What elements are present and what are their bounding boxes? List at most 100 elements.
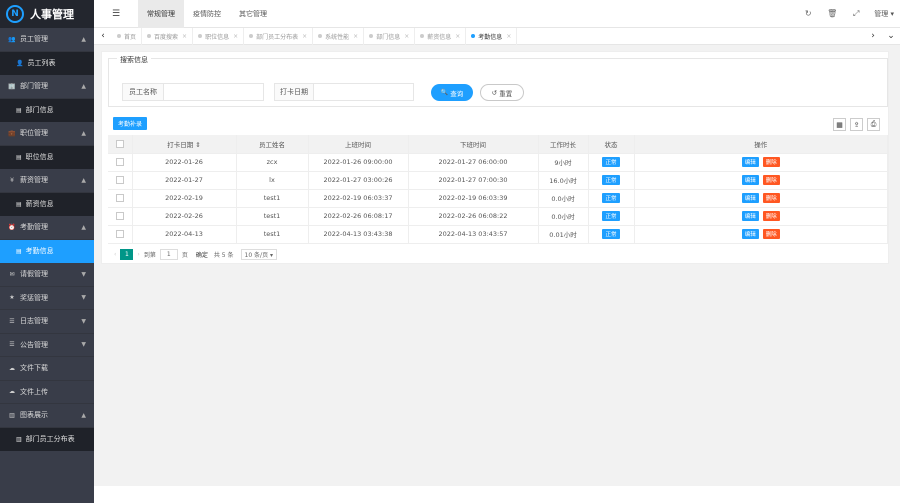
row-select-cell[interactable] — [108, 189, 133, 208]
page-tab-7[interactable]: 考勤信息 × — [466, 27, 518, 45]
close-icon[interactable]: × — [302, 33, 307, 40]
sidebar-group-12[interactable]: ☰ 日志管理 ▼ — [0, 310, 94, 334]
edit-button[interactable]: 编辑 — [741, 175, 759, 185]
edit-button[interactable]: 编辑 — [741, 229, 759, 239]
sidebar-item-5[interactable]: ▤ 职位信息 — [0, 145, 94, 169]
status-badge: 正常 — [602, 229, 620, 239]
close-icon[interactable]: × — [455, 33, 460, 40]
select-all-header[interactable] — [108, 135, 133, 154]
tab-dot-icon — [249, 34, 254, 38]
sidebar-group-15[interactable]: ☁ 文件上传 — [0, 380, 94, 404]
tabs-scroll-right-icon[interactable]: › — [864, 31, 882, 41]
sidebar-group-2[interactable]: 🏢 部门管理 ▲ — [0, 75, 94, 99]
fullscreen-icon[interactable]: ⤢ — [844, 9, 868, 19]
print-icon[interactable]: ⎙ — [867, 118, 880, 131]
top-tab-general[interactable]: 常规管理 — [138, 0, 184, 28]
top-tab-epidemic[interactable]: 疫情防控 — [184, 0, 230, 28]
delete-button[interactable]: 删除 — [762, 157, 780, 167]
sidebar-item-9[interactable]: ▤ 考勤信息 — [0, 239, 94, 263]
goto-confirm-button[interactable]: 确定 — [196, 250, 208, 259]
page-tab-6[interactable]: 薪资信息 × — [415, 27, 467, 45]
attendance-supplement-button[interactable]: 考勤补录 — [113, 117, 147, 130]
page-tab-0[interactable]: 首页 — [112, 27, 143, 45]
sidebar-item-1[interactable]: 👤 员工列表 — [0, 51, 94, 75]
employee-name-input[interactable] — [164, 84, 263, 100]
sidebar-group-0[interactable]: 👥 员工管理 ▲ — [0, 28, 94, 52]
sidebar-group-14[interactable]: ☁ 文件下载 — [0, 357, 94, 381]
sidebar-group-10[interactable]: ✉ 请假管理 ▼ — [0, 263, 94, 287]
delete-button[interactable]: 删除 — [762, 229, 780, 239]
page-tab-5[interactable]: 部门信息 × — [364, 27, 416, 45]
header-date[interactable]: 打卡日期 ⇕ — [132, 135, 237, 154]
row-checkbox[interactable] — [115, 230, 124, 238]
tabs-dropdown-icon[interactable]: ⌄ — [882, 31, 900, 41]
search-button-label: 查询 — [450, 89, 464, 98]
punch-date-input[interactable] — [314, 84, 413, 100]
cell-checkin: 2022-01-26 09:00:00 — [308, 153, 409, 172]
row-checkbox[interactable] — [115, 194, 124, 202]
page-tab-3[interactable]: 部门员工分布表 × — [244, 27, 314, 45]
delete-button[interactable]: 删除 — [762, 211, 780, 221]
cell-checkout: 2022-02-26 06:08:22 — [408, 207, 539, 226]
edit-button[interactable]: 编辑 — [741, 211, 759, 221]
sidebar-group-6[interactable]: ¥ 薪资管理 ▲ — [0, 169, 94, 193]
goto-page-input[interactable]: 1 — [159, 249, 178, 260]
row-select-cell[interactable] — [108, 225, 133, 244]
chevron-icon: ▼ — [81, 270, 86, 278]
user-menu[interactable]: 管理 ▾ — [868, 9, 900, 19]
sidebar-group-16[interactable]: ▥ 图表展示 ▲ — [0, 404, 94, 428]
row-checkbox[interactable] — [115, 212, 124, 220]
per-page-select[interactable]: 10 条/页 ▾ — [240, 249, 277, 260]
edit-button[interactable]: 编辑 — [741, 193, 759, 203]
app-logo[interactable]: N 人事管理 — [0, 0, 94, 28]
row-select-cell[interactable] — [108, 153, 133, 172]
page-tab-2[interactable]: 职位信息 × — [193, 27, 245, 45]
tabs-scroll-left-icon[interactable]: ‹ — [94, 31, 112, 41]
close-icon[interactable]: × — [506, 33, 511, 40]
edit-button[interactable]: 编辑 — [741, 157, 759, 167]
sidebar-item-7[interactable]: ▤ 薪资信息 — [0, 192, 94, 216]
sidebar-item-label: 考勤管理 — [20, 223, 48, 232]
tab-dot-icon — [198, 34, 203, 38]
close-icon[interactable]: × — [353, 33, 358, 40]
sidebar-group-8[interactable]: ⏰ 考勤管理 ▲ — [0, 216, 94, 240]
chevron-icon: ▲ — [81, 223, 86, 231]
columns-icon[interactable]: ▦ — [833, 118, 846, 131]
row-select-cell[interactable] — [108, 207, 133, 226]
cell-name: test1 — [236, 225, 309, 244]
sidebar-group-13[interactable]: ☰ 公告管理 ▼ — [0, 333, 94, 357]
content-panel: 搜索信息 员工名称 打卡日期 🔍 查询 ↺ 重置 考勤补录 ▦ ⇪ ⎙ 打卡日期… — [101, 51, 889, 264]
refresh-icon[interactable]: ↻ — [796, 9, 820, 18]
search-button[interactable]: 🔍 查询 — [431, 84, 473, 101]
close-icon[interactable]: × — [404, 33, 409, 40]
close-icon[interactable]: × — [233, 33, 238, 40]
sidebar-item-17[interactable]: ▥ 部门员工分布表 — [0, 427, 94, 451]
table-header-row: 打卡日期 ⇕ 员工姓名 上班时间 下班时间 工作时长 状态 操作 — [108, 135, 888, 154]
delete-button[interactable]: 删除 — [762, 175, 780, 185]
select-all-checkbox[interactable] — [115, 139, 124, 148]
chevron-icon: ▲ — [81, 35, 86, 43]
next-page-icon[interactable]: › — [137, 251, 139, 258]
sidebar-group-4[interactable]: 💼 职位管理 ▲ — [0, 122, 94, 146]
close-icon[interactable]: × — [182, 33, 187, 40]
export-icon[interactable]: ⇪ — [850, 118, 863, 131]
table-tools: ▦ ⇪ ⎙ — [829, 118, 880, 131]
punch-date-label: 打卡日期 — [275, 84, 314, 100]
cell-status: 正常 — [588, 171, 635, 190]
row-select-cell[interactable] — [108, 171, 133, 190]
prev-page-icon[interactable]: ‹ — [114, 251, 116, 258]
delete-button[interactable]: 删除 — [762, 193, 780, 203]
top-tab-other[interactable]: 其它管理 — [230, 0, 276, 28]
sidebar-item-3[interactable]: ▤ 部门信息 — [0, 98, 94, 122]
trash-icon[interactable]: 🗑 — [820, 9, 844, 18]
reset-button[interactable]: ↺ 重置 — [480, 84, 524, 101]
sidebar-group-11[interactable]: ★ 奖惩管理 ▼ — [0, 286, 94, 310]
page-tab-1[interactable]: 百度搜索 × — [142, 27, 194, 45]
sidebar-item-label: 考勤信息 — [25, 247, 54, 256]
page-tab-4[interactable]: 系统性能 × — [313, 27, 365, 45]
menu-toggle-icon[interactable]: ☰ — [94, 9, 138, 19]
row-checkbox[interactable] — [115, 176, 124, 184]
sidebar-item-label: 图表展示 — [20, 411, 48, 420]
page-1-button[interactable]: 1 — [120, 249, 134, 260]
row-checkbox[interactable] — [115, 158, 124, 166]
